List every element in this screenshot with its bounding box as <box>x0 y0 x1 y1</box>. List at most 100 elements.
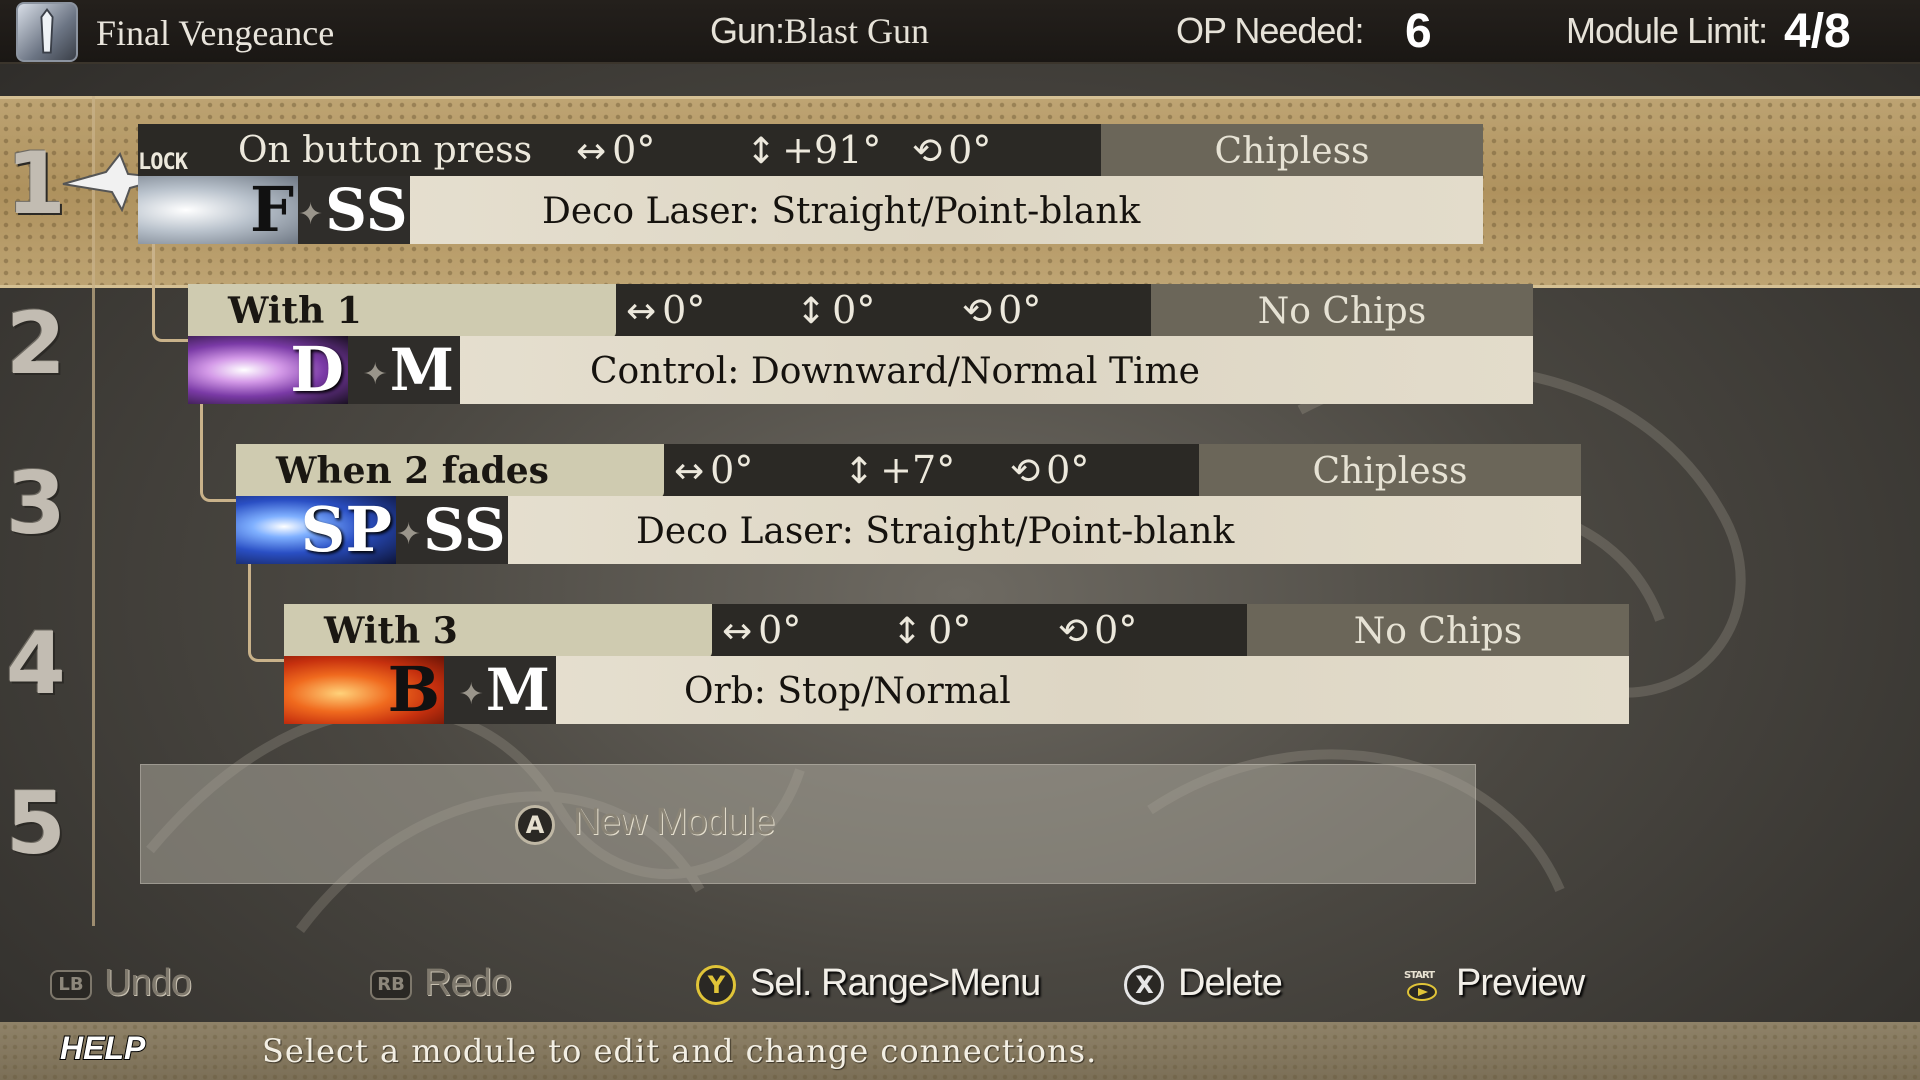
module-2-chips: No Chips <box>1151 284 1533 336</box>
module-3-trigger[interactable]: When 2 fades <box>236 444 664 498</box>
star-icon: ✦ <box>362 357 388 392</box>
help-text: Select a module to edit and change conne… <box>262 1032 1098 1070</box>
module-1-bullet-letter: F <box>249 173 294 246</box>
connector-1-2 <box>152 244 188 342</box>
star-icon: ✦ <box>396 517 422 552</box>
rb-button-icon: RB <box>370 969 412 1000</box>
module-limit-value: 4/8 <box>1784 5 1851 58</box>
gun-info: Gun:Blast Gun <box>710 10 929 52</box>
module-1-rot-angle: 0° <box>948 128 992 172</box>
module-4[interactable]: With 3 ↔ 0° ↕ 0° ⟲ 0° No Chips B ✦M Orb: St… <box>284 604 1629 724</box>
undo-label: Undo <box>104 962 192 1004</box>
controls-bar: LB Undo RB Redo Y Sel. Range>Menu X Delete S… <box>0 962 1920 1020</box>
module-4-h-angle: 0° <box>758 608 802 652</box>
gun-label: Gun: <box>710 10 785 51</box>
module-3[interactable]: When 2 fades ↔ 0° ↕ +7° ⟲ 0° Chipless SP ✦S… <box>236 444 1581 564</box>
rotation-icon: ⟲ <box>912 131 943 172</box>
op-needed-label: OP Needed: <box>1176 10 1364 51</box>
module-4-trigger[interactable]: With 3 <box>284 604 712 658</box>
x-button-icon: X <box>1124 964 1164 1005</box>
module-4-bullet-name: Orb: Stop/Normal <box>684 671 1011 712</box>
range-menu-button[interactable]: Y Sel. Range>Menu <box>696 962 1041 1005</box>
module-2-bullet: D ✦M Control: Downward/Normal Time <box>188 336 1533 404</box>
lb-button-icon: LB <box>50 969 92 1000</box>
module-2-angles: ↔ 0° ↕ 0° ⟲ 0° <box>616 284 1096 336</box>
module-4-rot-angle: 0° <box>1094 608 1138 652</box>
start-button-icon: START <box>1402 968 1442 1002</box>
vertical-angle-icon: ↕ <box>844 451 875 492</box>
new-module-slot[interactable]: A New Module <box>140 764 1476 884</box>
preview-label: Preview <box>1456 962 1585 1004</box>
module-1-trigger-label: On button press <box>238 130 533 171</box>
undo-button[interactable]: LB Undo <box>50 962 192 1005</box>
module-3-bullet-mod: ✦SS <box>396 496 508 564</box>
module-1-angles: ↔ 0° ↕ +91° ⟲ 0° <box>566 124 1046 176</box>
module-1-v-angle: +91° <box>782 128 882 172</box>
module-2-bullet-letter: D <box>290 333 344 406</box>
module-3-bullet: SP ✦SS Deco Laser: Straight/Point-blank <box>236 496 1581 564</box>
module-4-bullet-letter: B <box>387 653 440 726</box>
op-needed-value: 6 <box>1405 5 1432 58</box>
module-limit-label: Module Limit: <box>1566 10 1768 51</box>
module-1-bullet-name: Deco Laser: Straight/Point-blank <box>542 191 1141 232</box>
new-module-label: New Module <box>573 801 775 843</box>
connector-3-4 <box>248 564 284 662</box>
slot-number-4: 4 <box>6 614 66 714</box>
module-2-trigger[interactable]: With 1 <box>188 284 616 338</box>
module-2-bullet-mod: ✦M <box>348 336 460 404</box>
connector-2-3 <box>200 404 236 502</box>
module-1-bullet: F ✦SS Deco Laser: Straight/Point-blank <box>138 176 1483 244</box>
module-1[interactable]: LOCK On button press ↔ 0° ↕ +91° ⟲ 0° Chipl… <box>138 124 1483 244</box>
module-4-bullet: B ✦M Orb: Stop/Normal <box>284 656 1629 724</box>
horizontal-angle-icon: ↔ <box>722 611 753 652</box>
module-1-bullet-mod: ✦SS <box>298 176 410 244</box>
a-button-icon: A <box>515 805 555 845</box>
vertical-angle-icon: ↕ <box>746 131 777 172</box>
module-4-bullet-mod: ✦M <box>444 656 556 724</box>
module-2-bullet-name: Control: Downward/Normal Time <box>590 351 1200 392</box>
help-tag: HELP <box>59 1029 146 1067</box>
help-bar: HELP Select a module to edit and change … <box>0 1022 1920 1080</box>
slot-number-2: 2 <box>6 294 66 394</box>
star-icon: ✦ <box>458 677 484 712</box>
module-2[interactable]: With 1 ↔ 0° ↕ 0° ⟲ 0° No Chips D ✦M Control… <box>188 284 1533 404</box>
gun-icon <box>16 2 78 62</box>
star-icon: ✦ <box>298 197 324 232</box>
horizontal-angle-icon: ↔ <box>576 131 607 172</box>
module-3-chips: Chipless <box>1199 444 1581 496</box>
module-2-v-angle: 0° <box>832 288 876 332</box>
vertical-angle-icon: ↕ <box>796 291 827 332</box>
bullet-title: Final Vengeance <box>96 13 335 53</box>
redo-button[interactable]: RB Redo <box>370 962 512 1005</box>
slot-number-3: 3 <box>6 454 66 554</box>
rotation-icon: ⟲ <box>1010 451 1041 492</box>
module-4-chips: No Chips <box>1247 604 1629 656</box>
delete-label: Delete <box>1178 962 1283 1004</box>
module-2-header: With 1 ↔ 0° ↕ 0° ⟲ 0° No Chips <box>188 284 1533 338</box>
redo-label: Redo <box>424 962 512 1004</box>
slot-rail <box>92 96 95 926</box>
module-1-chips: Chipless <box>1101 124 1483 176</box>
slot-number-5: 5 <box>6 774 66 874</box>
module-2-h-angle: 0° <box>662 288 706 332</box>
module-4-angles: ↔ 0° ↕ 0° ⟲ 0° <box>712 604 1192 656</box>
range-menu-label: Sel. Range>Menu <box>750 962 1041 1004</box>
vertical-angle-icon: ↕ <box>892 611 923 652</box>
module-3-header: When 2 fades ↔ 0° ↕ +7° ⟲ 0° Chipless <box>236 444 1581 498</box>
preview-button[interactable]: START Preview <box>1402 962 1585 1005</box>
module-4-v-angle: 0° <box>928 608 972 652</box>
top-bar: Final Vengeance Gun:Blast Gun OP Needed:… <box>0 0 1920 64</box>
module-3-bullet-letter: SP <box>300 493 392 566</box>
horizontal-angle-icon: ↔ <box>626 291 657 332</box>
horizontal-angle-icon: ↔ <box>674 451 705 492</box>
delete-button[interactable]: X Delete <box>1124 962 1283 1005</box>
module-3-v-angle: +7° <box>880 448 956 492</box>
module-3-h-angle: 0° <box>710 448 754 492</box>
module-3-bullet-name: Deco Laser: Straight/Point-blank <box>636 511 1235 552</box>
rotation-icon: ⟲ <box>962 291 993 332</box>
module-1-header: LOCK On button press ↔ 0° ↕ +91° ⟲ 0° Chipl… <box>138 124 1483 178</box>
module-3-rot-angle: 0° <box>1046 448 1090 492</box>
module-2-rot-angle: 0° <box>998 288 1042 332</box>
module-1-trigger[interactable]: LOCK On button press <box>138 124 566 178</box>
svg-text:START: START <box>1404 970 1435 981</box>
